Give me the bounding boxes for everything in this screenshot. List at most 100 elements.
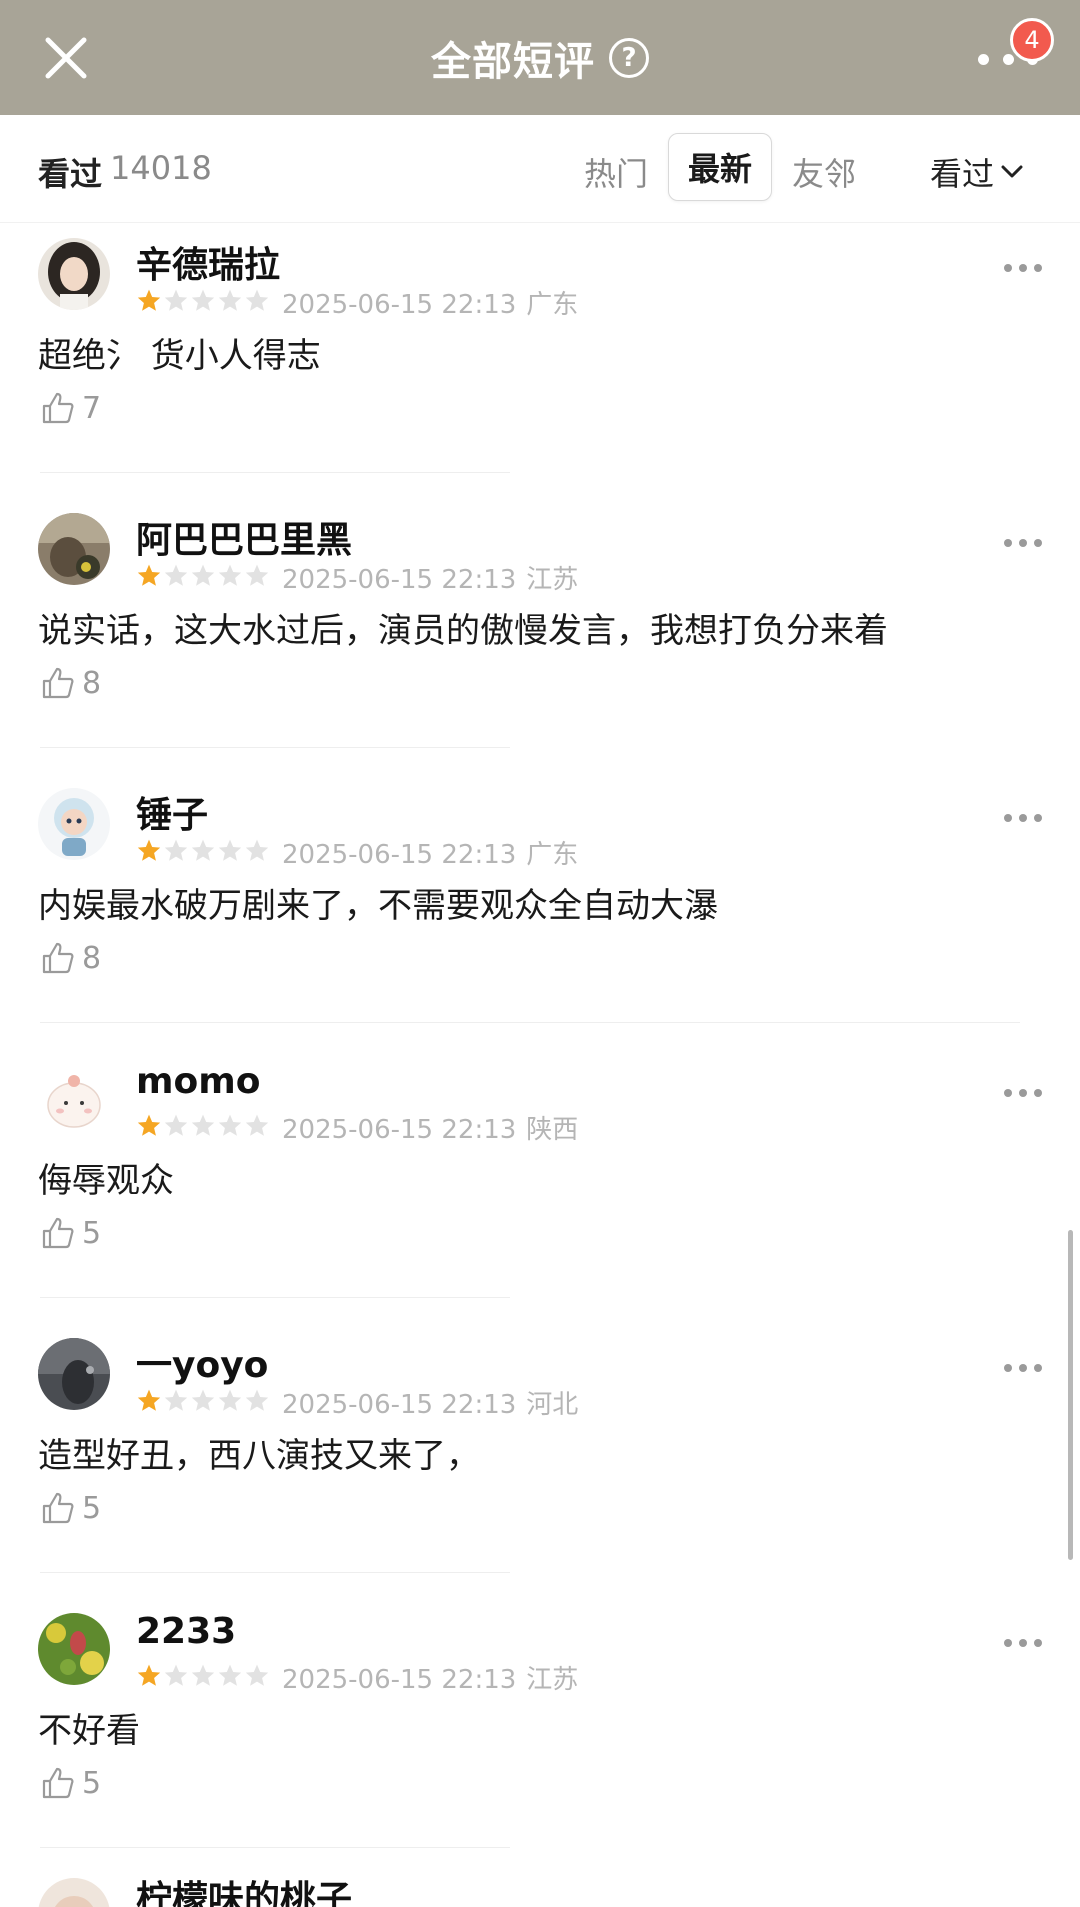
username[interactable]: 柠檬味的桃子 xyxy=(136,1870,352,1907)
like-button[interactable]: 5 xyxy=(40,1215,101,1251)
comment-location: 江苏 xyxy=(526,565,579,595)
avatar[interactable] xyxy=(38,1878,110,1907)
star-icon xyxy=(245,289,269,311)
comment-item: 2233 2025-06-15 22:13 江苏 不好看 5 xyxy=(0,1603,1080,1878)
star-icon xyxy=(191,289,215,311)
like-count: 7 xyxy=(82,390,102,426)
comment-item: 一yoyo 2025-06-15 22:13 河北 造型好丑，西八演技又来了， 5 xyxy=(0,1328,1080,1603)
rating-stars xyxy=(136,1663,270,1689)
title-group: 全部短评 ? xyxy=(0,0,1080,115)
divider xyxy=(40,1297,510,1298)
username[interactable]: momo xyxy=(136,1061,261,1102)
seen-label: 看过 xyxy=(38,155,103,193)
comment-item: 阿巴巴巴里黑 2025-06-15 22:13 江苏 说实话，这大水过后，演员的傲… xyxy=(0,503,1080,778)
star-icon xyxy=(137,289,161,311)
tab-friends[interactable]: 友邻 xyxy=(792,149,856,195)
like-count: 5 xyxy=(82,1215,102,1251)
star-icon xyxy=(164,564,188,586)
question-circle-icon[interactable]: ? xyxy=(609,37,649,78)
username[interactable]: 辛德瑞拉 xyxy=(136,236,280,288)
star-icon xyxy=(218,1389,242,1411)
rating-stars xyxy=(136,1113,270,1139)
username[interactable]: 阿巴巴巴里黑 xyxy=(136,511,352,563)
comment-text: 说实话，这大水过后，演员的傲慢发言，我想打负分来着 xyxy=(38,611,888,651)
avatar[interactable] xyxy=(38,1338,110,1410)
rating-stars xyxy=(136,288,270,314)
more-dots-icon xyxy=(1004,264,1012,272)
star-icon xyxy=(164,289,188,311)
comment-location: 陕西 xyxy=(526,1115,579,1145)
like-button[interactable]: 8 xyxy=(40,940,101,976)
seen-count: 14018 xyxy=(110,149,212,187)
tab-latest[interactable]: 最新 xyxy=(668,133,772,201)
username[interactable]: 锤子 xyxy=(136,786,208,838)
divider xyxy=(40,1572,510,1573)
comment-item: 锤子 2025-06-15 22:13 广东 内娱最水破万剧来了，不需要观众全自动… xyxy=(0,778,1080,1053)
status-filter-dropdown[interactable]: 看过 xyxy=(930,149,1024,195)
like-button[interactable]: 8 xyxy=(40,665,101,701)
comment-text: 侮辱观众 xyxy=(38,1161,174,1201)
avatar[interactable] xyxy=(38,1613,110,1685)
comment-text: 超绝氵 货小人得志 xyxy=(38,336,321,376)
comment-text: 造型好丑，西八演技又来了， xyxy=(38,1436,480,1476)
username[interactable]: 一yoyo xyxy=(136,1336,268,1388)
star-icon xyxy=(218,564,242,586)
comment-more-button[interactable] xyxy=(1004,814,1042,826)
divider xyxy=(40,1022,1020,1023)
star-icon xyxy=(218,1114,242,1136)
avatar[interactable] xyxy=(38,513,110,585)
username[interactable]: 2233 xyxy=(136,1611,236,1652)
thumbs-up-icon xyxy=(42,392,74,424)
star-icon xyxy=(245,564,269,586)
filter-bar: 看过 14018 热门 最新 友邻 看过 xyxy=(0,115,1080,223)
thumbs-up-icon xyxy=(42,1492,74,1524)
comment-more-button[interactable] xyxy=(1004,1364,1042,1376)
star-icon xyxy=(137,1114,161,1136)
comment-date: 2025-06-15 22:13 xyxy=(282,1115,517,1145)
more-dots-icon xyxy=(1004,539,1012,547)
like-button[interactable]: 5 xyxy=(40,1490,101,1526)
comment-more-button[interactable] xyxy=(1004,264,1042,276)
comment-meta: 2025-06-15 22:13 广东 xyxy=(282,834,578,871)
comment-date: 2025-06-15 22:13 xyxy=(282,1390,517,1420)
more-dots-icon xyxy=(1004,1089,1012,1097)
comment-date: 2025-06-15 22:13 xyxy=(282,1665,517,1695)
thumbs-up-icon xyxy=(42,667,74,699)
comment-more-button[interactable] xyxy=(1004,1639,1042,1651)
star-icon xyxy=(164,1114,188,1136)
more-dots-icon xyxy=(978,53,989,65)
comment-meta: 2025-06-15 22:13 陕西 xyxy=(282,1109,578,1146)
avatar[interactable] xyxy=(38,238,110,310)
star-icon xyxy=(164,1664,188,1686)
comment-location: 江苏 xyxy=(526,1665,579,1695)
like-button[interactable]: 7 xyxy=(40,390,101,426)
comment-text: 不好看 xyxy=(38,1711,140,1751)
thumbs-up-icon xyxy=(42,1217,74,1249)
comment-location: 广东 xyxy=(526,290,579,320)
more-dots-icon xyxy=(1004,1639,1012,1647)
comment-item-partial: 柠檬味的桃子 xyxy=(0,1848,1080,1907)
tab-hot[interactable]: 热门 xyxy=(584,149,648,195)
comment-meta: 2025-06-15 22:13 江苏 xyxy=(282,1659,578,1696)
star-icon xyxy=(191,1664,215,1686)
notification-badge[interactable]: 4 xyxy=(1010,18,1054,62)
comment-meta: 2025-06-15 22:13 江苏 xyxy=(282,559,578,596)
comment-item: 辛德瑞拉 2025-06-15 22:13 广东 超绝氵 货小人得志 7 xyxy=(0,228,1080,503)
like-count: 8 xyxy=(82,665,102,701)
avatar[interactable] xyxy=(38,788,110,860)
comment-more-button[interactable] xyxy=(1004,539,1042,551)
star-icon xyxy=(137,1389,161,1411)
comment-more-button[interactable] xyxy=(1004,1089,1042,1101)
like-button[interactable]: 5 xyxy=(40,1765,101,1801)
star-icon xyxy=(191,1389,215,1411)
star-icon xyxy=(218,1664,242,1686)
scrollbar[interactable] xyxy=(1068,1230,1073,1560)
top-bar: 全部短评 ? 4 xyxy=(0,0,1080,115)
star-icon xyxy=(191,1114,215,1136)
star-icon xyxy=(164,839,188,861)
avatar[interactable] xyxy=(38,1063,110,1135)
thumbs-up-icon xyxy=(42,942,74,974)
star-icon xyxy=(245,1114,269,1136)
status-filter-label: 看过 xyxy=(930,155,995,193)
comment-location: 河北 xyxy=(526,1390,579,1420)
